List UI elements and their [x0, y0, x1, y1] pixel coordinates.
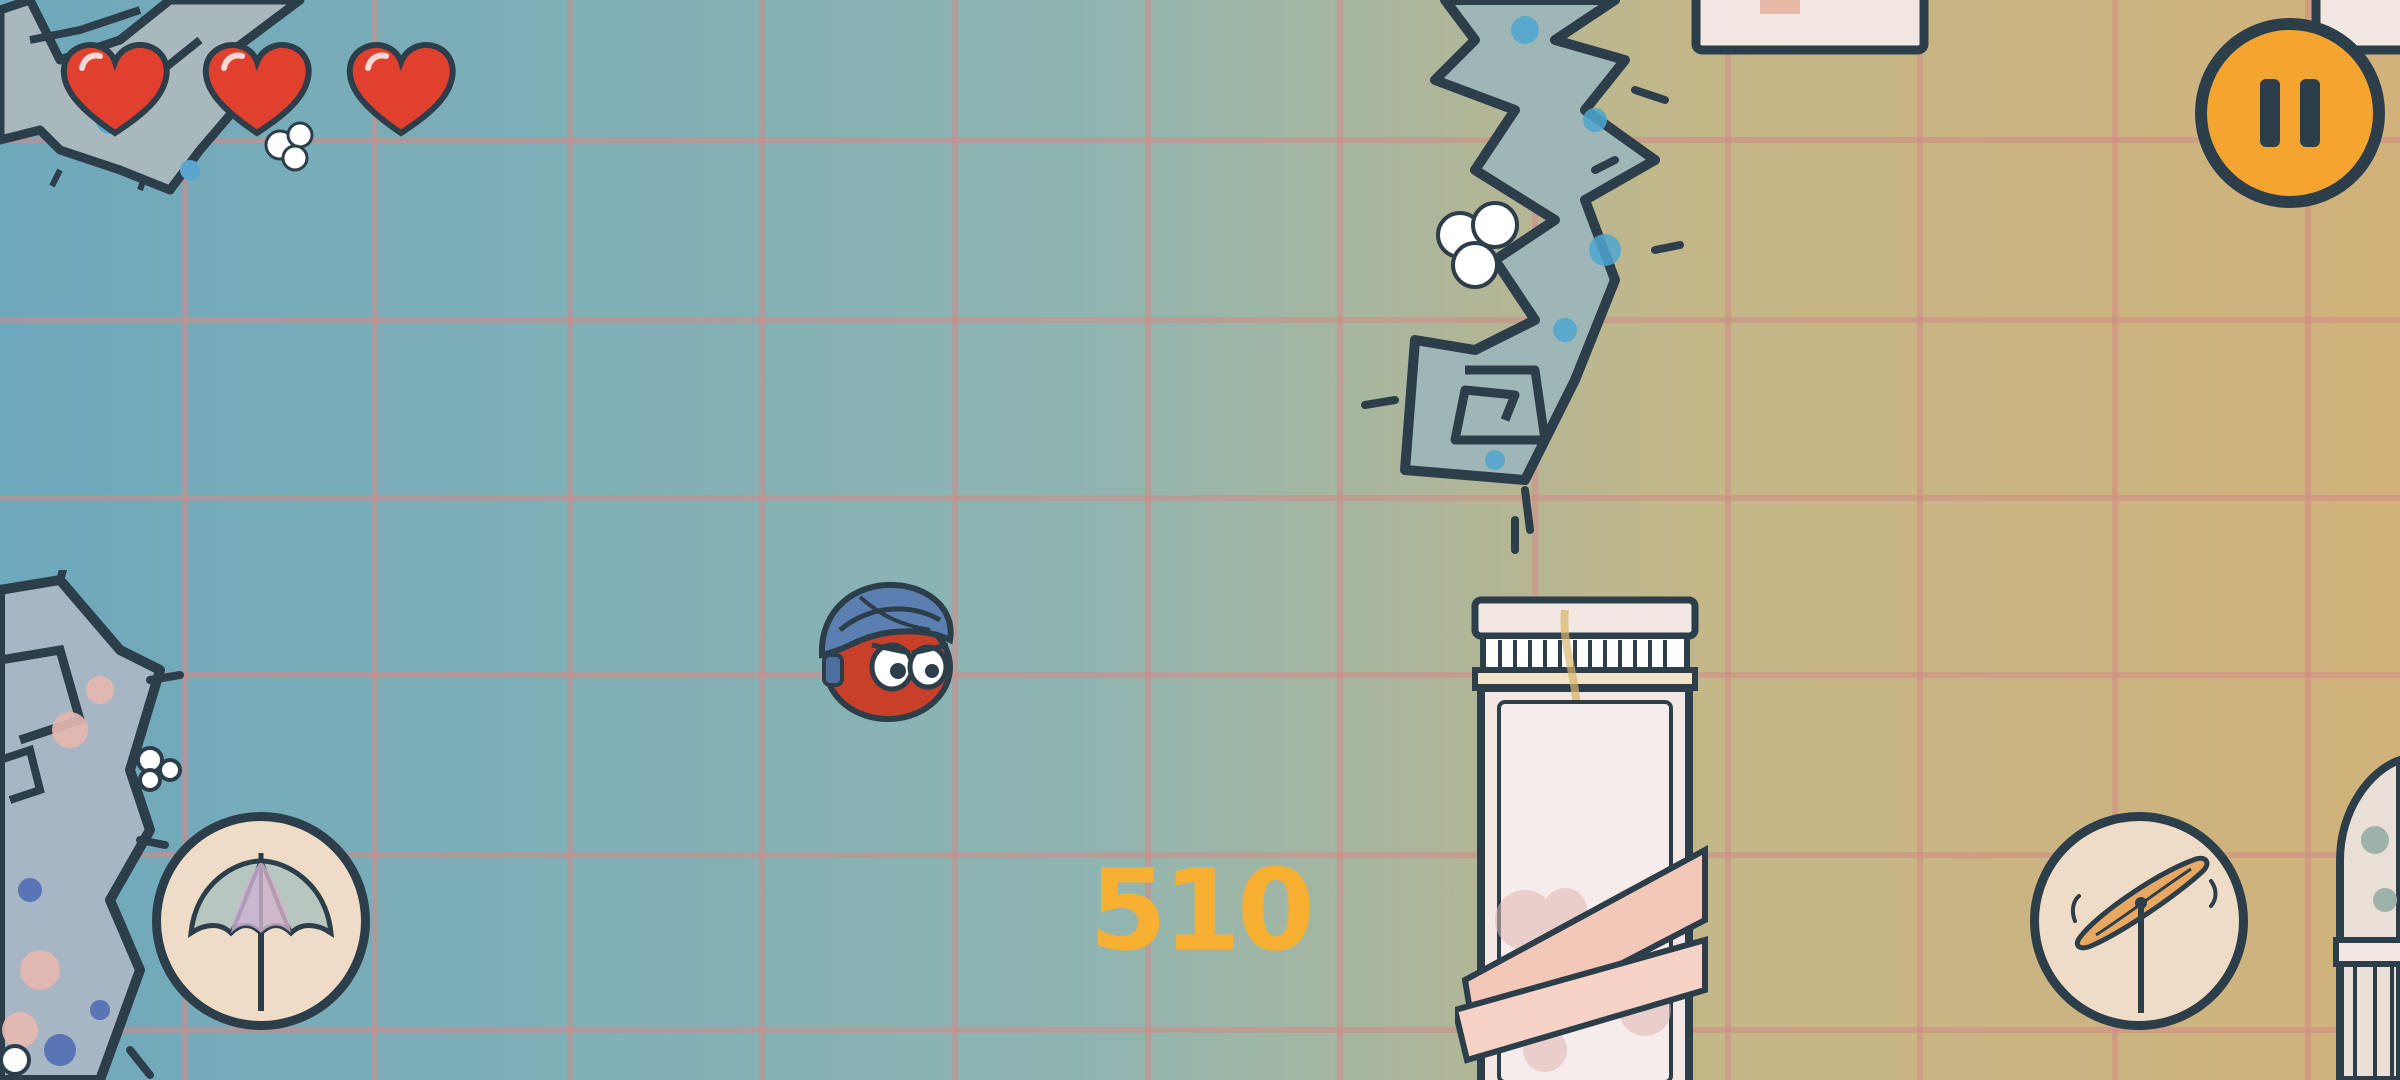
- score-counter: 510: [1089, 846, 1315, 976]
- pipe-top: [1691, 0, 1929, 55]
- thorn-vine-hanging: [1361, 0, 1684, 554]
- pause-icon: [2260, 79, 2320, 147]
- umbrella-icon: [187, 853, 335, 1011]
- player-character: [818, 581, 954, 722]
- pipe-bottom-right: [2333, 755, 2400, 1080]
- pause-button[interactable]: [2195, 18, 2385, 208]
- thorn-vine-left: [0, 570, 184, 1080]
- pipe-bottom: [1455, 596, 1708, 1080]
- propeller-icon: [2070, 855, 2218, 1013]
- heart-icon: [346, 42, 456, 137]
- lives-display: [58, 38, 468, 138]
- heart-icon: [60, 42, 170, 137]
- propeller-ability-button[interactable]: [2030, 812, 2248, 1030]
- umbrella-ability-button[interactable]: [152, 812, 370, 1030]
- game-stage[interactable]: 510: [0, 0, 2400, 1080]
- heart-icon: [202, 42, 312, 137]
